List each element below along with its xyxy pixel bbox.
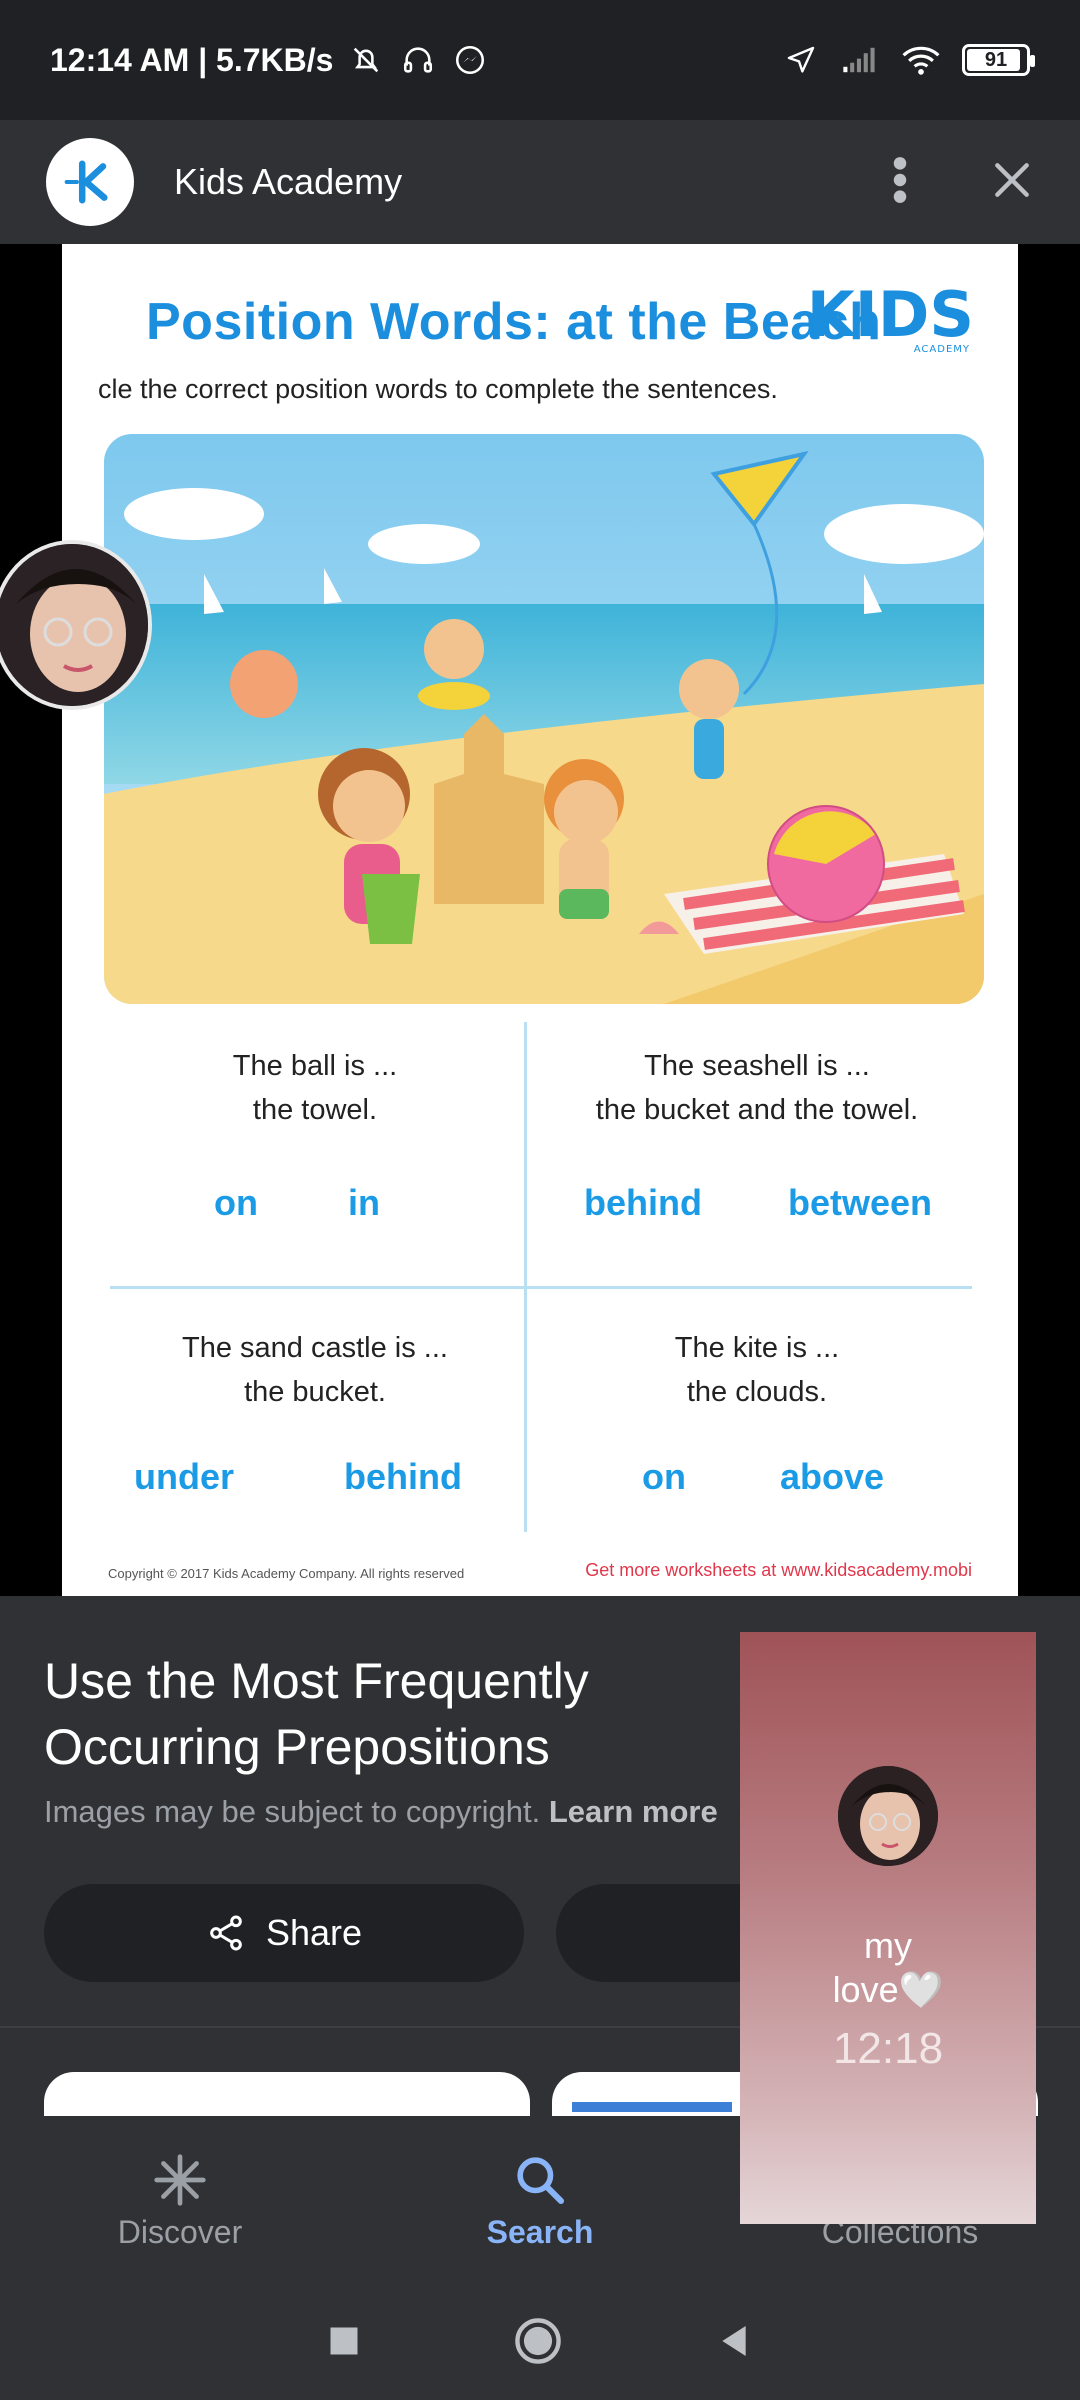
question-3-line2: the bucket.: [244, 1376, 386, 1408]
answer-option: on: [214, 1182, 258, 1223]
app-header: Kids Academy: [0, 120, 1080, 244]
back-icon[interactable]: [714, 2321, 754, 2366]
chat-time: 12:18: [832, 2024, 944, 2073]
copyright-text: Images may be subject to copyright.: [44, 1794, 541, 1829]
more-vert-icon[interactable]: [890, 155, 910, 210]
share-button[interactable]: Share: [44, 1884, 524, 1982]
question-1: The ball is ... the towel.: [110, 1044, 520, 1132]
answer-option: above: [780, 1456, 885, 1497]
answer-option: on: [642, 1456, 686, 1497]
learn-more-link[interactable]: Learn more: [549, 1794, 718, 1829]
answer-option: between: [788, 1182, 933, 1223]
worksheet-logo-text: KIDS: [806, 278, 974, 351]
answer-option: behind: [584, 1182, 702, 1223]
status-bar: 12:14 AM | 5.7KB/s 91: [0, 0, 1080, 120]
asterisk-icon: [154, 2153, 206, 2206]
chat-bubble-widget[interactable]: my love🤍 12:18: [740, 1632, 1036, 2224]
headphones-icon: [399, 41, 437, 79]
system-navigation-bar: [0, 2286, 1080, 2400]
image-viewer[interactable]: Position Words: at the Beach KIDS ACADEM…: [0, 244, 1080, 1792]
nav-discover-label: Discover: [117, 2213, 243, 2250]
status-left: 12:14 AM | 5.7KB/s: [50, 41, 489, 79]
location-icon: [782, 41, 820, 79]
messenger-icon: [451, 41, 489, 79]
mute-bell-icon: [347, 41, 385, 79]
grid-horizontal-divider: [110, 1286, 972, 1289]
question-3-line1: The sand castle is ...: [182, 1332, 448, 1364]
chat-name-line1: my: [864, 1925, 912, 1966]
answer-option: in: [348, 1182, 380, 1223]
worksheet-logo-sub: ACADEMY: [913, 344, 970, 355]
recents-icon[interactable]: [326, 2323, 362, 2364]
nav-search[interactable]: Search: [360, 2116, 720, 2286]
question-1-line1: The ball is ...: [232, 1050, 398, 1082]
share-label: Share: [265, 1912, 363, 1953]
worksheet-image: Position Words: at the Beach KIDS ACADEM…: [62, 244, 1018, 1596]
chat-contact-name: my love🤍: [833, 1924, 944, 2012]
chat-name-line2: love🤍: [832, 1969, 944, 2010]
kids-academy-logo[interactable]: [46, 138, 134, 226]
nav-discover[interactable]: Discover: [0, 2116, 360, 2286]
close-icon[interactable]: [990, 158, 1034, 207]
question-4-line2: the clouds.: [686, 1376, 828, 1408]
worksheet-instructions: cle the correct position words to comple…: [98, 374, 778, 404]
worksheet-title: Position Words: at the Beach: [146, 293, 882, 351]
chat-widget-avatar: [838, 1766, 938, 1866]
copyright-notice: Images may be subject to copyright. Lear…: [44, 1794, 718, 1830]
status-right: 91: [782, 41, 1035, 79]
question-2: The seashell is ... the bucket and the t…: [532, 1044, 982, 1132]
signal-icon: [842, 41, 880, 79]
answer-option: under: [134, 1456, 235, 1497]
question-4-line1: The kite is ...: [674, 1332, 840, 1364]
nav-search-label: Search: [486, 2213, 594, 2250]
question-2-line1: The seashell is ...: [644, 1050, 870, 1082]
header-actions: [890, 155, 1034, 210]
question-2-line2: the bucket and the towel.: [595, 1094, 919, 1126]
question-4: The kite is ... the clouds.: [532, 1326, 982, 1414]
worksheet-copyright: Copyright © 2017 Kids Academy Company. A…: [108, 1566, 465, 1581]
question-1-line2: the towel.: [252, 1094, 378, 1126]
home-icon[interactable]: [512, 2315, 564, 2372]
beach-illustration: [104, 434, 984, 1004]
question-3: The sand castle is ... the bucket.: [110, 1326, 520, 1414]
worksheet-more-link: Get more worksheets at www.kidsacademy.m…: [585, 1560, 972, 1580]
status-time: 12:14 AM | 5.7KB/s: [50, 41, 334, 78]
wifi-icon: [902, 41, 940, 79]
grid-vertical-divider: [524, 1022, 527, 1532]
result-title[interactable]: Use the Most Frequently Occurring Prepos…: [44, 1648, 764, 1780]
battery-level: 91: [984, 48, 1008, 71]
app-title: Kids Academy: [174, 161, 403, 202]
worksheet-logo: KIDS ACADEMY: [806, 278, 974, 355]
answer-option: behind: [344, 1456, 462, 1497]
search-icon: [517, 2156, 565, 2204]
battery-icon: 91: [962, 44, 1035, 76]
share-icon: [210, 1915, 242, 1951]
